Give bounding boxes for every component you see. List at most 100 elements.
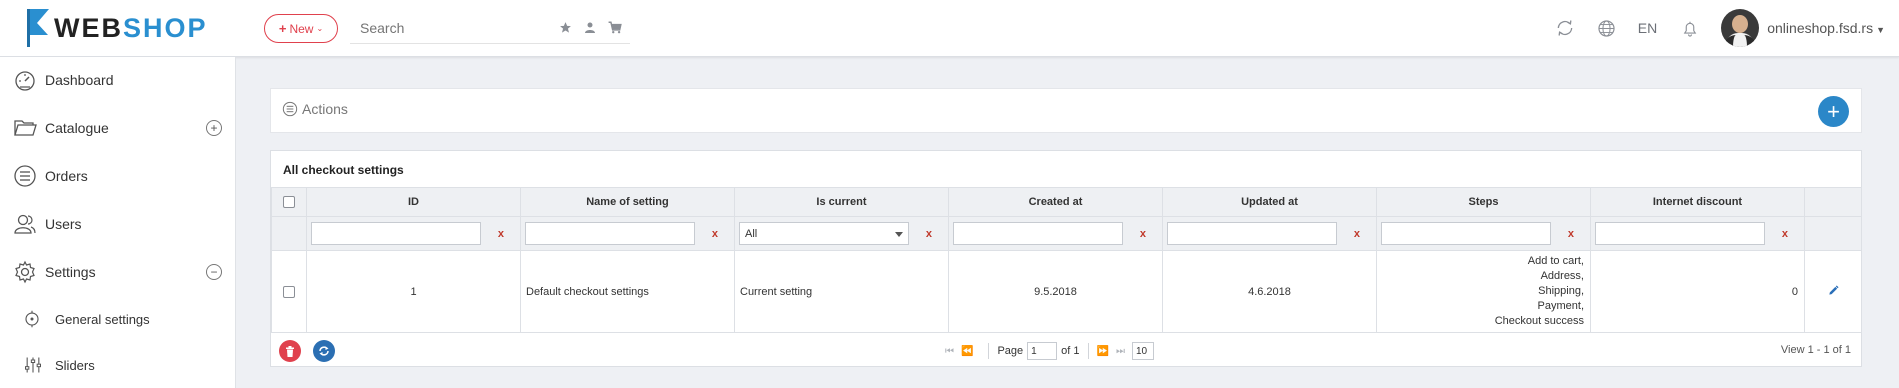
edit-cell <box>1804 250 1862 333</box>
next-page-icon[interactable]: ⏩ <box>1097 346 1110 357</box>
avatar[interactable] <box>1721 9 1760 47</box>
filter-internet-discount-input[interactable] <box>1595 222 1765 245</box>
step-item: Shipping, <box>1538 285 1584 297</box>
chevron-down-icon: ⌄ <box>316 24 324 33</box>
row-checkbox[interactable] <box>283 285 295 298</box>
clear-filter-icon[interactable]: x <box>498 228 504 240</box>
filter-cell: x <box>1376 216 1591 251</box>
filter-row: x x All x x x x x <box>271 216 1862 251</box>
delete-button[interactable] <box>279 340 301 362</box>
checkout-settings-grid: All checkout settings ID Name of setting… <box>270 150 1862 367</box>
user-name-label: onlineshop.fsd.rs <box>1767 20 1874 36</box>
collapse-minus-icon[interactable]: − <box>206 264 222 280</box>
sidebar-item-general-settings[interactable]: General settings <box>0 301 236 337</box>
filter-steps-input[interactable] <box>1381 222 1551 245</box>
globe-icon[interactable] <box>1597 19 1616 38</box>
clear-filter-icon[interactable]: x <box>1354 228 1360 240</box>
user-menu[interactable]: onlineshop.fsd.rs ▼ <box>1767 20 1885 36</box>
cell-created-at: 9.5.2018 <box>948 250 1163 333</box>
users-icon <box>14 214 36 234</box>
first-page-icon[interactable]: ⏮ <box>945 346 954 357</box>
column-header-id[interactable]: ID <box>306 187 521 217</box>
filter-cell: All x <box>734 216 949 251</box>
sidebar-item-label: Sliders <box>55 357 95 373</box>
table-row[interactable]: 1 Default checkout settings Current sett… <box>271 250 1862 333</box>
clear-filter-icon[interactable]: x <box>1140 228 1146 240</box>
pencil-edit-icon[interactable] <box>1828 284 1839 296</box>
clear-filter-icon[interactable]: x <box>1568 228 1574 240</box>
column-header-name[interactable]: Name of setting <box>520 187 735 217</box>
user-icon[interactable] <box>584 21 596 37</box>
favorites-star-icon[interactable] <box>559 21 572 37</box>
grid-table: ID Name of setting Is current Created at… <box>271 187 1862 333</box>
filter-cell <box>271 216 307 251</box>
column-header-created-at[interactable]: Created at <box>948 187 1163 217</box>
last-page-icon[interactable]: ⏭ <box>1116 346 1125 357</box>
filter-name-input[interactable] <box>525 222 695 245</box>
column-header-is-current[interactable]: Is current <box>734 187 949 217</box>
step-item: Checkout success <box>1494 315 1584 327</box>
search-bar <box>350 14 630 44</box>
row-select-cell <box>271 250 307 333</box>
clear-filter-icon[interactable]: x <box>1782 228 1788 240</box>
filter-created-at-input[interactable] <box>953 222 1123 245</box>
logo-web-text: WEB <box>54 12 123 43</box>
header-row: ID Name of setting Is current Created at… <box>271 187 1862 217</box>
trash-icon <box>286 345 294 357</box>
dropdown-arrow-icon <box>895 232 903 237</box>
list-icon <box>14 165 36 187</box>
expand-plus-icon[interactable]: + <box>206 120 222 136</box>
filter-is-current-value: All <box>745 227 758 240</box>
new-button[interactable]: + New ⌄ <box>264 14 338 43</box>
filter-cell: x <box>1162 216 1377 251</box>
filter-cell: x <box>1590 216 1805 251</box>
sidebar-item-label: Catalogue <box>45 120 109 136</box>
cart-icon[interactable] <box>608 21 622 37</box>
sidebar-item-label: Settings <box>45 264 96 280</box>
step-item: Payment, <box>1537 300 1584 312</box>
filter-is-current-select[interactable]: All <box>739 222 909 245</box>
sync-icon[interactable] <box>1555 18 1575 38</box>
actions-label: Actions <box>302 101 348 117</box>
page-size-select[interactable]: 10 <box>1131 342 1154 360</box>
flag-logo-icon <box>27 9 49 47</box>
webshop-logo[interactable]: WEBSHOP <box>26 8 208 48</box>
cell-is-current: Current setting <box>734 250 949 333</box>
column-header-internet-discount[interactable]: Internet discount <box>1590 187 1805 217</box>
actions-toggle[interactable]: Actions <box>282 101 348 117</box>
cell-name: Default checkout settings <box>520 250 735 333</box>
column-header-updated-at[interactable]: Updated at <box>1162 187 1377 217</box>
gear-icon <box>15 260 35 284</box>
logo-shop-text: SHOP <box>123 12 208 43</box>
sidebar-item-settings[interactable]: Settings − <box>0 254 236 290</box>
actions-panel: Actions + <box>270 88 1862 133</box>
page-number-input[interactable]: 1 <box>1027 342 1058 360</box>
sidebar-item-catalogue[interactable]: Catalogue + <box>0 110 236 146</box>
sidebar-item-orders[interactable]: Orders <box>0 158 236 194</box>
language-selector[interactable]: EN <box>1638 20 1657 36</box>
filter-cell: x <box>948 216 1163 251</box>
folder-icon <box>14 120 37 136</box>
search-input[interactable] <box>350 14 540 42</box>
bell-icon[interactable] <box>1681 19 1699 38</box>
sidebar-item-users[interactable]: Users <box>0 206 236 242</box>
select-all-cell <box>271 187 307 217</box>
sidebar-item-dashboard[interactable]: Dashboard <box>0 62 236 98</box>
filter-cell: x <box>306 216 521 251</box>
add-button[interactable]: + <box>1818 96 1849 127</box>
filter-cell <box>1804 216 1862 251</box>
page-label: Page <box>997 345 1024 357</box>
clear-filter-icon[interactable]: x <box>926 228 932 240</box>
step-item: Address, <box>1540 270 1584 282</box>
sidebar-item-sliders[interactable]: Sliders <box>0 347 236 383</box>
filter-updated-at-input[interactable] <box>1167 222 1337 245</box>
plus-icon: + <box>278 21 287 36</box>
previous-page-icon[interactable]: ⏪ <box>961 346 974 357</box>
select-all-checkbox[interactable] <box>283 196 295 208</box>
clear-filter-icon[interactable]: x <box>712 228 718 240</box>
column-header-steps[interactable]: Steps <box>1376 187 1591 217</box>
filter-id-input[interactable] <box>311 222 481 245</box>
caret-down-icon: ▼ <box>1876 25 1885 35</box>
cell-id: 1 <box>306 250 521 333</box>
refresh-button[interactable] <box>313 340 335 362</box>
